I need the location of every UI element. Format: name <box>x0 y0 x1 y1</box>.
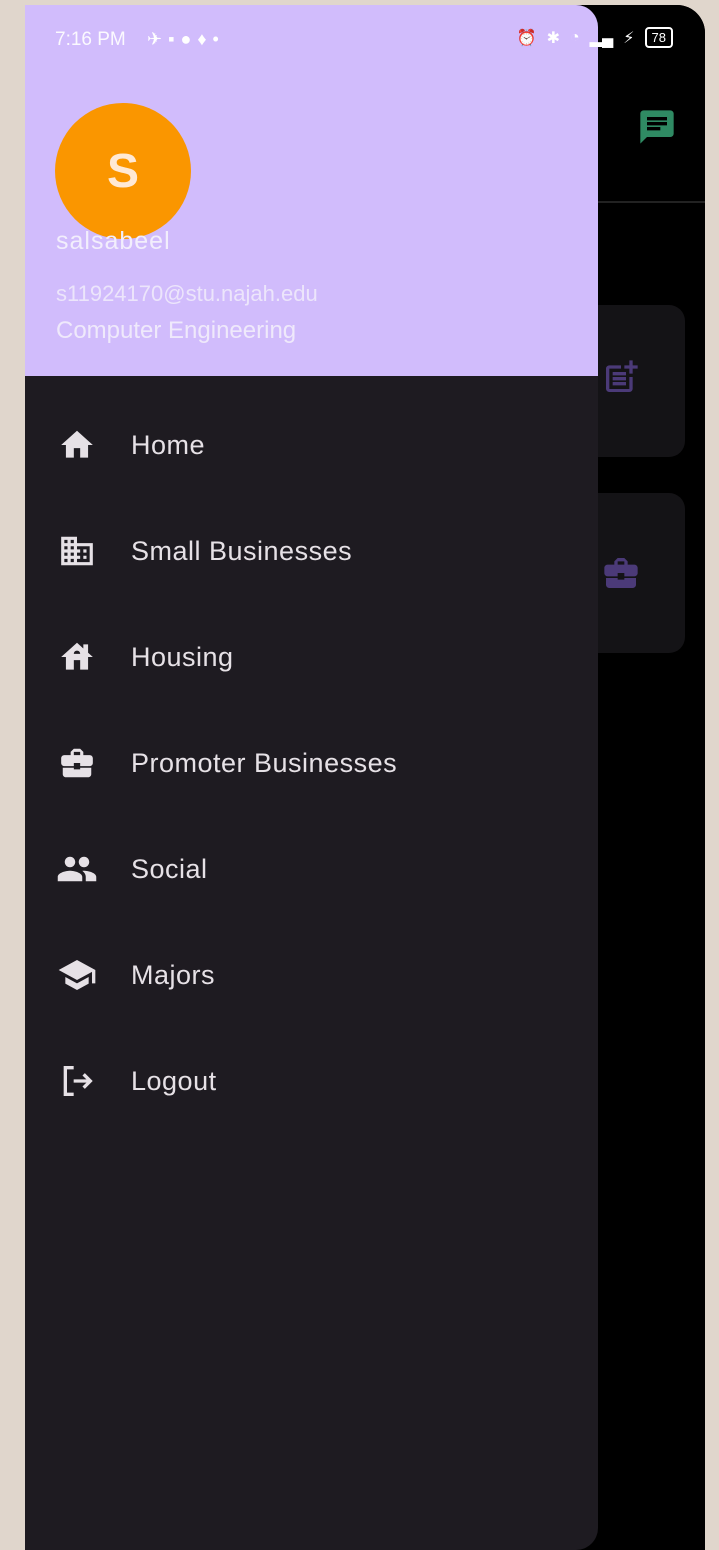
briefcase-icon <box>55 741 99 785</box>
user-major: Computer Engineering <box>56 317 297 344</box>
menu-item-label: Social <box>131 853 208 884</box>
signal-icon: ▂▄ <box>589 29 614 47</box>
notification-icon: ▪ <box>168 29 181 49</box>
telegram-icon: ✈ <box>147 29 169 49</box>
briefcase-icon <box>604 558 638 588</box>
navigation-drawer: S salsabeel s11924170@stu.najah.edu Comp… <box>25 5 598 1550</box>
system-icons: ⏰ ✱ ◔ ▂▄ ⚡ 78 <box>517 27 673 48</box>
logout-icon <box>55 1059 99 1103</box>
menu-item-housing[interactable]: Housing <box>25 604 598 710</box>
dot-icon: • <box>212 29 225 49</box>
drawer-menu: Home Small Businesses Housing Promoter B… <box>25 392 598 1134</box>
menu-item-small-businesses[interactable]: Small Businesses <box>25 498 598 604</box>
menu-item-promoter-businesses[interactable]: Promoter Businesses <box>25 710 598 816</box>
status-bar: 7:16 PM ✈▪●♦• ⏰ ✱ ◔ ▂▄ ⚡ 78 <box>25 5 705 77</box>
housing-icon <box>55 635 99 679</box>
status-time: 7:16 PM <box>55 29 126 50</box>
app-icon: ● <box>180 29 198 49</box>
graduation-cap-icon <box>55 953 99 997</box>
menu-item-logout[interactable]: Logout <box>25 1028 598 1134</box>
battery-level: 78 <box>651 30 666 45</box>
alarm-icon: ⏰ <box>516 29 537 47</box>
battery-icon: 78 <box>644 27 673 48</box>
avatar: S <box>55 103 191 239</box>
bluetooth-icon: ✱ <box>546 29 560 47</box>
flame-icon: ♦ <box>197 29 213 49</box>
user-email: s11924170@stu.najah.edu <box>56 281 318 306</box>
menu-item-home[interactable]: Home <box>25 392 598 498</box>
menu-item-social[interactable]: Social <box>25 816 598 922</box>
wifi-icon: ◔ <box>569 28 580 46</box>
notification-icons: ✈▪●♦• <box>147 29 225 50</box>
menu-item-label: Home <box>131 429 206 460</box>
menu-item-label: Promoter Businesses <box>131 747 398 778</box>
post-add-icon <box>606 360 638 392</box>
menu-item-majors[interactable]: Majors <box>25 922 598 1028</box>
home-icon <box>55 423 99 467</box>
charging-icon: ⚡ <box>623 29 635 47</box>
people-icon <box>55 847 99 891</box>
menu-item-label: Majors <box>131 959 216 990</box>
menu-item-label: Housing <box>131 641 234 672</box>
user-name: salsabeel <box>56 227 171 255</box>
chat-icon[interactable] <box>637 107 677 147</box>
menu-item-label: Small Businesses <box>131 535 353 566</box>
phone-screen: S salsabeel s11924170@stu.najah.edu Comp… <box>25 5 705 1550</box>
avatar-letter: S <box>106 144 139 198</box>
business-building-icon <box>55 529 99 573</box>
menu-item-label: Logout <box>131 1065 217 1096</box>
